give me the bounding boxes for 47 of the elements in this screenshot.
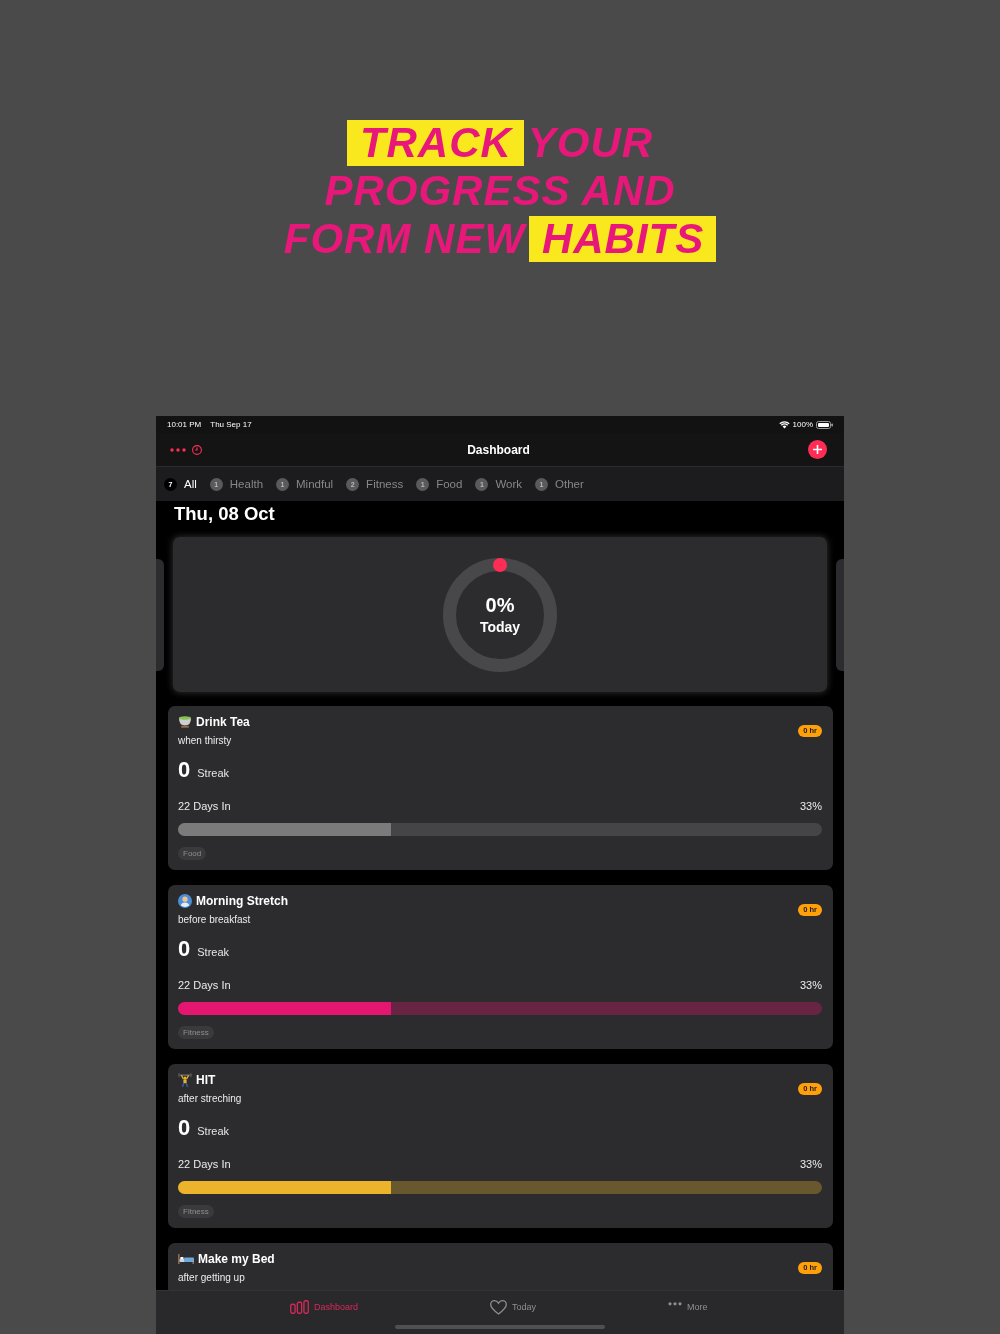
tab-bar-item[interactable]: More [668,1301,708,1313]
progress-percent: 0% [485,593,515,616]
tab-bar-item[interactable]: Today [490,1299,537,1315]
percent-label: 33% [799,799,822,814]
plus-icon [813,445,822,454]
teacup-icon [178,716,192,728]
more-icon[interactable] [170,447,186,452]
days-label: 22 Days In [178,1157,231,1172]
days-label: 22 Days In [178,799,231,814]
habit-trigger: before breakfast [178,913,251,927]
habit-title: Make my Bed [198,1251,275,1267]
wifi-icon [778,420,790,429]
habit-trigger: when thirsty [178,734,232,748]
nav-title: Dashboard [467,441,530,458]
bar-chart-icon [290,1300,309,1314]
streak-label: Streak [197,1124,230,1138]
habit-trigger: after streching [178,1092,242,1106]
percent-label: 33% [799,1157,822,1172]
category-tag: Food [178,847,207,860]
weightlifter-icon [178,1073,192,1087]
progress-label: Today [479,617,521,636]
status-time: 10:01 PM [167,419,202,430]
streak-count: 0 [178,756,191,784]
progress-dot [493,557,507,572]
streak-count: 0 [178,935,191,963]
heart-icon [490,1299,508,1315]
category-tag: Fitness [178,1026,214,1039]
streak-label: Streak [197,945,230,959]
headline: TRACK YOUR PROGRESS AND FORM NEW HABITS [283,116,717,260]
days-label: 22 Days In [178,978,231,993]
category-tag: Fitness [178,1205,214,1218]
streak-count: 0 [178,1114,191,1142]
habit-title: Drink Tea [196,714,250,730]
clock-icon[interactable] [192,444,202,455]
habit-title: Morning Stretch [196,893,288,909]
add-button[interactable] [808,440,827,459]
habit-trigger: after getting up [178,1271,245,1285]
status-date: Thu Sep 17 [210,419,252,430]
battery-icon [816,420,833,429]
tab-bar-item[interactable]: Dashboard [290,1300,359,1314]
date-heading: Thu, 08 Oct [174,503,275,525]
bed-icon [178,1254,194,1264]
percent-label: 33% [799,978,822,993]
streak-label: Streak [197,766,230,780]
habit-title: HIT [196,1072,216,1088]
person-icon [178,894,192,908]
battery-percent: 100% [792,419,813,430]
